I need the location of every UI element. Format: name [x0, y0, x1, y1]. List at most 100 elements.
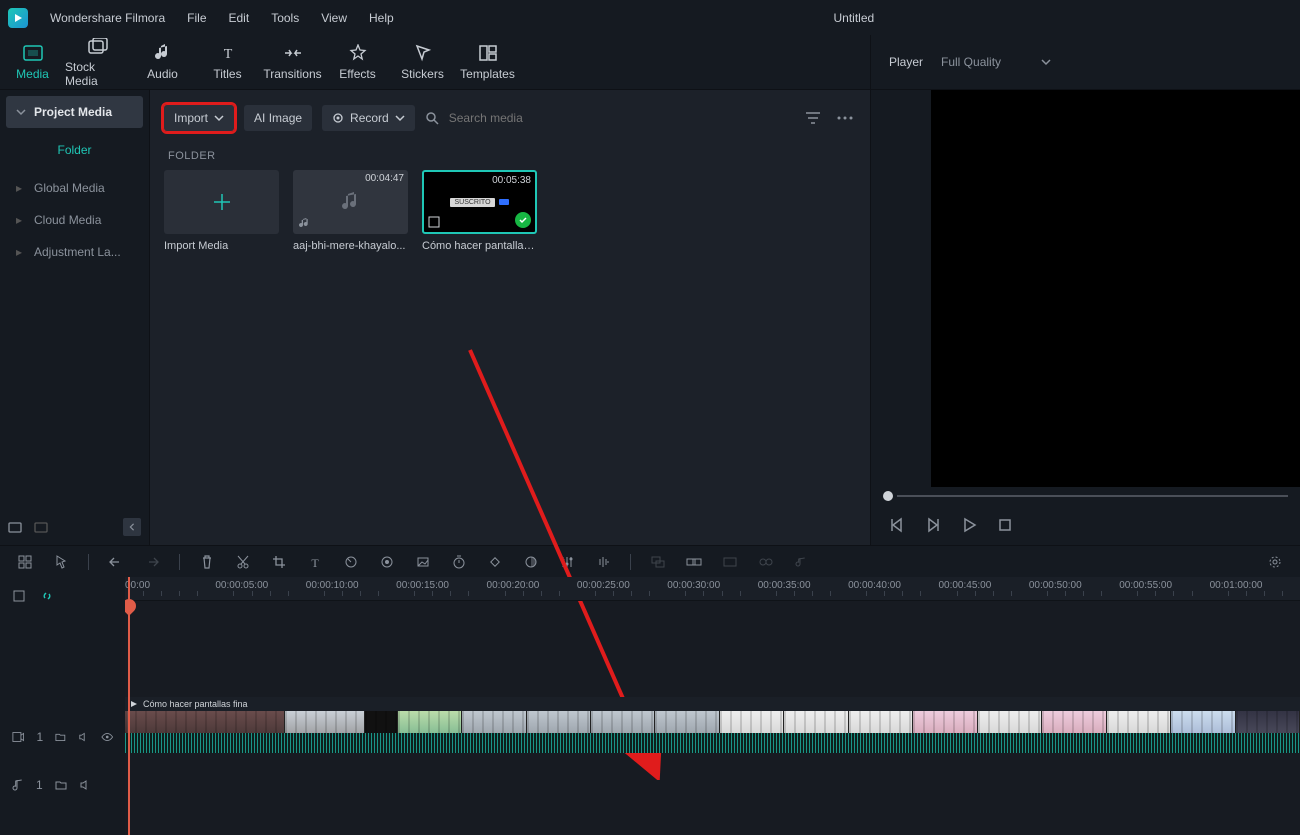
tab-stock-media[interactable]: Stock Media	[65, 35, 130, 89]
folder-link-icon[interactable]	[34, 520, 48, 534]
mute-icon[interactable]	[79, 779, 91, 791]
cursor-tool[interactable]	[52, 553, 70, 571]
sidebar-item-cloud[interactable]: ▸Cloud Media	[6, 204, 143, 236]
more-button[interactable]	[834, 107, 856, 129]
folder-plus-icon[interactable]	[8, 520, 22, 534]
collapse-icon[interactable]	[12, 589, 26, 603]
stop-button[interactable]	[997, 517, 1013, 533]
ai-image-button[interactable]: AI Image	[244, 105, 312, 131]
scrubber-knob[interactable]	[883, 491, 893, 501]
folder-icon[interactable]	[55, 731, 66, 743]
audio-thumb[interactable]: 00:04:47	[293, 170, 408, 234]
settings-gear-button[interactable]	[1266, 553, 1284, 571]
playhead[interactable]	[128, 577, 130, 835]
sidebar-bottom	[0, 509, 149, 545]
ruler-tick: 00:00:55:00	[1119, 580, 1172, 591]
search-input[interactable]	[447, 110, 607, 126]
tab-media[interactable]: Media	[0, 35, 65, 89]
grid-tool[interactable]	[16, 553, 34, 571]
chevron-left-icon	[128, 523, 136, 531]
sidebar-item-adjustment[interactable]: ▸Adjustment La...	[6, 236, 143, 268]
keyframe-tool[interactable]	[486, 553, 504, 571]
player-label: Player	[889, 55, 923, 69]
timeline-ruler[interactable]: 00:0000:00:05:0000:00:10:0000:00:15:0000…	[125, 577, 1300, 601]
tab-effects-label: Effects	[339, 67, 375, 81]
overlap-tool[interactable]	[685, 553, 703, 571]
video-chip: SUSCRITO	[450, 198, 494, 207]
cut-button[interactable]	[234, 553, 252, 571]
tab-effects[interactable]: Effects	[325, 35, 390, 89]
bin-tool[interactable]	[757, 553, 775, 571]
mask-tool[interactable]	[522, 553, 540, 571]
text-tool[interactable]: T	[306, 553, 324, 571]
audio-beat-tool[interactable]	[594, 553, 612, 571]
sidebar-collapse[interactable]	[123, 518, 141, 536]
timer-tool[interactable]	[450, 553, 468, 571]
color-tool[interactable]	[378, 553, 396, 571]
delete-button[interactable]	[198, 553, 216, 571]
prev-frame-button[interactable]	[889, 517, 905, 533]
svg-text:T: T	[311, 556, 319, 569]
tab-titles[interactable]: T Titles	[195, 35, 260, 89]
play-pause-button[interactable]	[925, 517, 941, 533]
card-import-media[interactable]: Import Media	[164, 170, 279, 252]
tab-stickers[interactable]: Stickers	[390, 35, 455, 89]
speed-tool[interactable]	[342, 553, 360, 571]
menu-view[interactable]: View	[321, 11, 347, 25]
card-audio[interactable]: 00:04:47 aaj-bhi-mere-khayalo...	[293, 170, 408, 252]
import-button[interactable]: Import	[164, 105, 234, 131]
crop-button[interactable]	[270, 553, 288, 571]
tab-transitions[interactable]: Transitions	[260, 35, 325, 89]
record-button[interactable]: Record	[322, 105, 415, 131]
audio-icon	[155, 43, 171, 63]
video-track-clip[interactable]: Cómo hacer pantallas fina	[125, 697, 1300, 753]
quality-dropdown[interactable]: Full Quality	[941, 55, 1051, 69]
tab-templates[interactable]: Templates	[455, 35, 520, 89]
video-duration: 00:05:38	[492, 175, 531, 186]
eye-icon[interactable]	[101, 732, 113, 742]
record-label: Record	[350, 111, 389, 125]
link-icon[interactable]	[40, 589, 54, 603]
video-track-header[interactable]: 1	[0, 713, 125, 761]
chevron-down-icon	[1041, 57, 1051, 67]
import-thumb[interactable]	[164, 170, 279, 234]
sidebar-item-folder[interactable]: Folder	[6, 134, 143, 166]
ruler-tick: 00:00:05:00	[215, 580, 268, 591]
motion-tool[interactable]	[414, 553, 432, 571]
audio-track[interactable]	[125, 759, 1300, 801]
filter-button[interactable]	[802, 107, 824, 129]
player-scrubber[interactable]	[871, 487, 1300, 505]
checkmark-badge	[515, 212, 531, 228]
ruler-tick: 00:01:00:00	[1210, 580, 1263, 591]
play-button[interactable]	[961, 517, 977, 533]
card-video[interactable]: 00:05:38 SUSCRITO Cómo hacer pantallas .…	[422, 170, 537, 252]
timeline-main[interactable]: 00:0000:00:05:0000:00:10:0000:00:15:0000…	[125, 577, 1300, 835]
player-panel	[870, 90, 1300, 545]
sidebar-item-global[interactable]: ▸Global Media	[6, 172, 143, 204]
tab-stock-label: Stock Media	[65, 60, 130, 88]
search-field[interactable]	[425, 110, 792, 126]
undo-button[interactable]	[107, 553, 125, 571]
player-viewer[interactable]	[931, 90, 1300, 487]
adjust-tool[interactable]	[558, 553, 576, 571]
audio-track-header[interactable]: 1	[0, 761, 125, 809]
clip-play-icon	[129, 700, 139, 708]
tab-audio[interactable]: Audio	[130, 35, 195, 89]
menu-tools[interactable]: Tools	[271, 11, 299, 25]
menu-help[interactable]: Help	[369, 11, 394, 25]
player-header: Player Full Quality	[870, 35, 1300, 89]
sidebar-head-label: Project Media	[34, 105, 112, 119]
mute-icon[interactable]	[78, 731, 89, 743]
redo-button[interactable]	[143, 553, 161, 571]
video-thumb[interactable]: 00:05:38 SUSCRITO	[422, 170, 537, 234]
render-tool[interactable]	[721, 553, 739, 571]
menu-edit[interactable]: Edit	[229, 11, 250, 25]
group-tool[interactable]	[649, 553, 667, 571]
templates-icon	[479, 43, 497, 63]
sidebar-head-project-media[interactable]: Project Media	[6, 96, 143, 128]
folder-icon[interactable]	[55, 779, 67, 791]
audio-sync-tool[interactable]	[793, 553, 811, 571]
video-track-index: 1	[36, 730, 43, 744]
scrubber-bar[interactable]	[897, 495, 1288, 497]
menu-file[interactable]: File	[187, 11, 206, 25]
